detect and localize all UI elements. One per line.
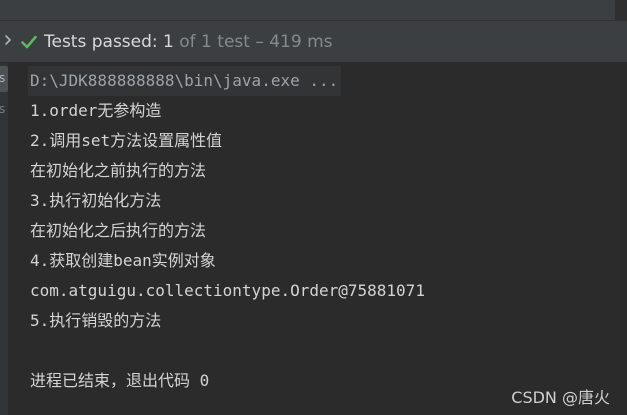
tests-passed-label: Tests passed: 1 xyxy=(44,32,174,52)
run-tool-window: Tests passed: 1 of 1 test – 419 ms s s D… xyxy=(0,0,627,415)
test-summary-label: of 1 test – 419 ms xyxy=(173,32,333,52)
console-line: 1.order无参构造 xyxy=(30,101,162,120)
console-line: 3.执行初始化方法 xyxy=(30,191,162,210)
console-line: 在初始化之前执行的方法 xyxy=(30,161,207,180)
gutter-label: s xyxy=(0,102,6,116)
console-line: 在初始化之后执行的方法 xyxy=(30,221,207,240)
check-icon xyxy=(21,35,37,49)
gutter-tab[interactable]: s xyxy=(0,66,8,92)
console-output[interactable]: D:\JDK888888888\bin\java.exe ... 1.order… xyxy=(28,66,627,396)
gutter-tab-label: s xyxy=(0,71,6,85)
top-strip xyxy=(0,0,627,20)
console-command-line[interactable]: D:\JDK888888888\bin\java.exe ... xyxy=(28,66,342,96)
test-results-header: Tests passed: 1 of 1 test – 419 ms xyxy=(0,21,627,63)
watermark: CSDN @唐火 xyxy=(511,388,610,407)
top-strip-accent xyxy=(615,0,627,20)
console-line: com.atguigu.collectiontype.Order@7588107… xyxy=(30,281,425,300)
console-line: 4.获取创建bean实例对象 xyxy=(30,251,216,270)
console-line: 5.执行销毁的方法 xyxy=(30,311,162,330)
chevron-right-icon[interactable] xyxy=(2,34,14,46)
console-line: 2.调用set方法设置属性值 xyxy=(30,131,223,150)
test-status-text: Tests passed: 1 of 1 test – 419 ms xyxy=(44,31,333,53)
